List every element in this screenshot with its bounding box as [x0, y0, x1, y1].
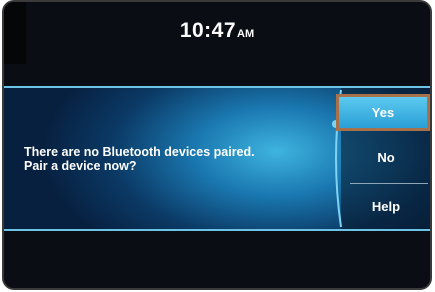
options-divider [350, 183, 428, 184]
clock-time: 10:47 [179, 19, 237, 42]
help-button[interactable]: Help [343, 197, 429, 217]
footer-area [4, 231, 430, 288]
clock: 10:47AM [4, 19, 430, 43]
bluetooth-dialog: There are no Bluetooth devices paired. P… [4, 86, 430, 231]
dialog-message-line2: Pair a device now? [24, 159, 137, 173]
status-bar: 10:47AM [4, 2, 430, 86]
yes-button[interactable]: Yes [336, 94, 430, 131]
dialog-message-line1: There are no Bluetooth devices paired. [24, 145, 255, 159]
infotainment-screen: 10:47AM There are no Bluetooth devices p… [4, 2, 430, 288]
display-bezel: 10:47AM There are no Bluetooth devices p… [2, 0, 432, 290]
no-button[interactable]: No [343, 148, 429, 168]
clock-ampm: AM [237, 28, 255, 40]
dialog-message: There are no Bluetooth devices paired. P… [24, 145, 324, 173]
